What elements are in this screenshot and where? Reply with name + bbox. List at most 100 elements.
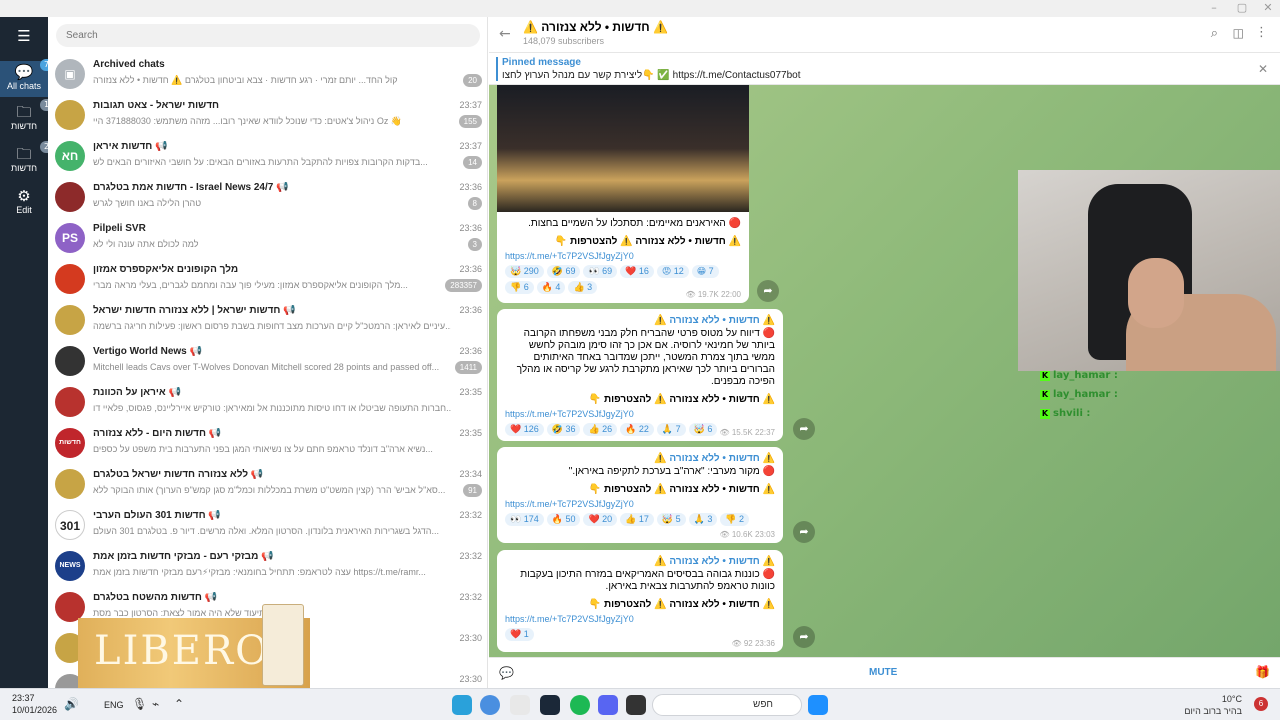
reaction-chip[interactable]: ❤️ 1 [505, 628, 534, 641]
forward-icon[interactable]: ➦ [793, 418, 815, 440]
telegram-taskbar-icon[interactable] [452, 695, 472, 715]
reaction-chip[interactable]: 👀 174 [505, 513, 544, 526]
chat-title[interactable]: ⚠️ חדשות • ללא צנזורה ⚠️ [523, 20, 668, 34]
weather-widget[interactable]: 10°C בהיר ברוב היום [1184, 693, 1242, 717]
chat-list-item[interactable]: חדשות אמת בטלגרם - Israel News 24/7 📢 23:… [48, 178, 487, 219]
chat-list-item[interactable]: NEWS מבזקי רעם - מבזקי חדשות בזמן אמת 📢 23… [48, 547, 487, 588]
chats-icon: 💬79 [14, 59, 59, 81]
chat-list-item[interactable]: PS Pilpeli SVR 23:36 למה לכולם אתה עונה ולי… [48, 219, 487, 260]
reaction-chip[interactable]: 🙏 7 [656, 423, 686, 436]
clock[interactable]: 23:37 10/01/2026 [12, 692, 57, 716]
app-taskbar-icon[interactable] [510, 695, 530, 715]
search-icon[interactable]: ⌕ [1211, 26, 1218, 41]
reaction-chip[interactable]: 👍 3 [568, 281, 598, 294]
chat-list-item[interactable]: חא חדשות איראן 📢 23:37 בדקות הקרובות צפויות… [48, 137, 487, 178]
network-icon[interactable]: ⌁ [152, 697, 159, 711]
chat-list-item[interactable]: איראן על הכוונת 📢 23:35 חברות התעופה שביטל… [48, 383, 487, 424]
reaction-chip[interactable]: 👍 17 [620, 513, 654, 526]
avatar [55, 182, 85, 212]
reaction-chip[interactable]: 🔥 22 [620, 423, 654, 436]
folder-news-2[interactable]: 🗀20 חדשות [0, 141, 59, 173]
reaction-chip[interactable]: 🔥 50 [546, 513, 581, 526]
windows-start-icon[interactable] [808, 695, 828, 715]
search-input[interactable] [56, 24, 480, 47]
message-link[interactable]: https://t.me/+Tc7P2VSJfJgyZjY0 [505, 499, 775, 509]
chat-list-item[interactable]: חדשות ישראל | ללא צנזורה חדשות ישראל 📢 23… [48, 301, 487, 342]
edit-folders[interactable]: ⚙ Edit [0, 187, 48, 215]
menu-icon[interactable]: ☰ [0, 27, 48, 45]
maximize-icon[interactable]: ▢ [1232, 1, 1252, 14]
back-arrow-icon[interactable]: ← [499, 26, 511, 42]
chat-list-item[interactable]: ללא צנזורה חדשות ישראל בטלגרם 📢 23:34 סא"ל… [48, 465, 487, 506]
reaction-chip[interactable]: 🤣 36 [546, 423, 581, 436]
reaction-chip[interactable]: 👎 6 [505, 281, 534, 294]
unread-badge: 1411 [454, 361, 482, 374]
volume-icon[interactable]: 🔊 [64, 697, 79, 711]
discord-taskbar-icon[interactable] [598, 695, 618, 715]
reaction-chip[interactable]: ❤️ 126 [505, 423, 544, 436]
composer-bar: 💬 MUTE 🎁 [489, 657, 1280, 688]
reaction-chip[interactable]: 🤯 290 [505, 265, 544, 278]
tray-chevron-icon[interactable]: ⌃ [174, 697, 184, 711]
language-indicator[interactable]: ENG [104, 700, 124, 710]
gift-icon[interactable]: 🎁 [1255, 665, 1270, 679]
close-pinned-icon[interactable]: ✕ [1258, 62, 1268, 76]
taskbar-search[interactable]: חפש [652, 694, 802, 716]
chat-list-item[interactable]: מלך הקופונים אליאקספרס אמזון 23:36 מלך הקו… [48, 260, 487, 301]
reaction-chip[interactable]: 🤯 5 [656, 513, 686, 526]
folder-icon: 🗀20 [14, 141, 59, 163]
webcam-overlay [1018, 170, 1280, 371]
message-link[interactable]: https://t.me/+Tc7P2VSJfJgyZjY0 [505, 614, 775, 624]
spotify-taskbar-icon[interactable] [570, 695, 590, 715]
folder-all-chats[interactable]: 💬79 All chats [0, 59, 59, 97]
channel-name[interactable]: ⚠️ חדשות • ללא צנזורה ⚠️ [505, 556, 775, 567]
folder-news-1[interactable]: 🗀15 חדשות [0, 99, 59, 131]
forward-icon[interactable]: ➦ [757, 280, 779, 302]
sliders-icon: ⚙ [17, 187, 31, 205]
reaction-chip[interactable]: 🤣 69 [546, 265, 581, 278]
more-icon[interactable]: ⋮ [1255, 25, 1268, 40]
chat-list-item[interactable]: 301 חדשות 301 העולם הערבי 📢 23:32 הדגל בשגר… [48, 506, 487, 547]
forward-icon[interactable]: ➦ [793, 521, 815, 543]
reaction-chip[interactable]: 👀 69 [583, 265, 618, 278]
message-link[interactable]: https://t.me/+Tc7P2VSJfJgyZjY0 [505, 409, 775, 419]
close-window-icon[interactable]: ✕ [1258, 1, 1278, 14]
chat-list-item[interactable]: חדשות היום חדשות היום - ללא צנזורה 📢 23:35… [48, 424, 487, 465]
chat-list-item[interactable]: Vertigo World News 📢 23:36 Mitchell leads … [48, 342, 487, 383]
terminal-taskbar-icon[interactable] [626, 695, 646, 715]
message-signature: ⚠️ חדשות • ללא צנזורה ⚠️ להצטרפות 👇 [588, 394, 775, 405]
mute-button[interactable]: MUTE [869, 667, 897, 678]
unread-badge: 155 [458, 115, 482, 128]
reaction-chip[interactable]: 😡 12 [656, 265, 689, 278]
chat-title: Vertigo World News 📢 [93, 346, 202, 357]
channel-name[interactable]: ⚠️ חדשות • ללא צנזורה ⚠️ [505, 453, 775, 464]
reaction-chip[interactable]: 🙏 3 [688, 513, 718, 526]
chat-preview: ניהול צ'אטים: כדי שנוכל לוודא שאינך רובו… [93, 116, 403, 126]
reaction-chip[interactable]: ❤️ 20 [583, 513, 618, 526]
reaction-chip[interactable]: 🔥 4 [536, 281, 566, 294]
reaction-chip[interactable]: 👍 26 [583, 423, 618, 436]
chrome-taskbar-icon[interactable] [480, 695, 500, 715]
chat-preview: בדקות הקרובות צפויות להתקבל התרעות באזור… [93, 157, 428, 167]
chat-time: 23:32 [459, 510, 482, 520]
sidebar-toggle-icon[interactable]: ◫ [1233, 26, 1244, 40]
channel-name[interactable]: ⚠️ חדשות • ללא צנזורה ⚠️ [505, 315, 775, 326]
microphone-icon[interactable]: 🎙 [132, 697, 147, 711]
city-night-photo[interactable] [497, 85, 749, 212]
comments-icon[interactable]: 💬 [499, 666, 514, 680]
reaction-chip[interactable]: 👎 2 [720, 513, 750, 526]
avatar: ▣ [55, 59, 85, 89]
message-link[interactable]: https://t.me/+Tc7P2VSJfJgyZjY0 [505, 251, 741, 261]
steam-taskbar-icon[interactable] [540, 695, 560, 715]
reaction-chip[interactable]: 😁 7 [691, 265, 719, 278]
reaction-chip[interactable]: ❤️ 16 [620, 265, 654, 278]
chat-title: Archived chats [93, 59, 165, 70]
reaction-chip[interactable]: 🤯 6 [688, 423, 718, 436]
notification-badge[interactable]: 6 [1254, 697, 1268, 711]
pinned-message[interactable]: Pinned message ליצירת קשר עם מנהל הערוץ … [489, 53, 1280, 85]
minimize-icon[interactable]: – [1204, 1, 1224, 14]
chat-list-item[interactable]: חדשות ישראל - צאט תגובות 23:37 ניהול צ'אטי… [48, 96, 487, 137]
avatar: חדשות היום [55, 428, 85, 458]
chat-list-item[interactable]: ▣ Archived chats קול החד... יותם זמרי · רג… [48, 55, 487, 96]
forward-icon[interactable]: ➦ [793, 626, 815, 648]
